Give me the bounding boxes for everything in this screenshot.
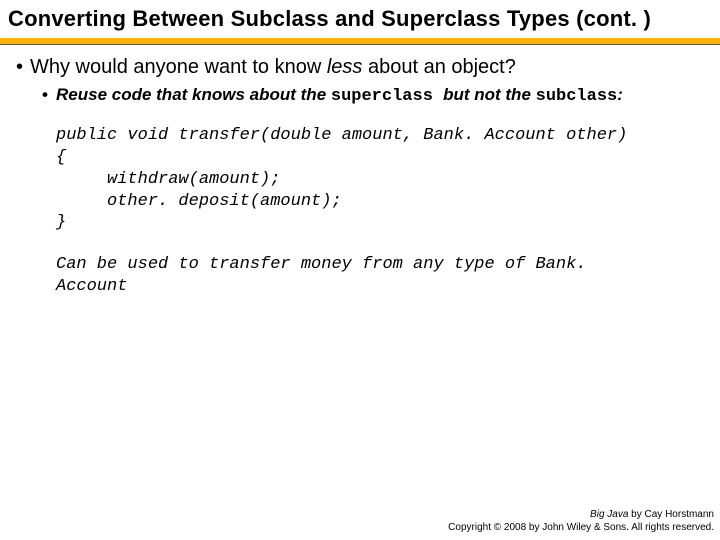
bullet2-post: : (617, 85, 623, 104)
code-block: public void transfer(double amount, Bank… (56, 125, 704, 234)
code-note: Can be used to transfer money from any t… (56, 254, 656, 298)
bullet1-dot: • (16, 55, 30, 80)
bullet2-text: Reuse code that knows about the supercla… (56, 84, 704, 107)
bullet2-mono2: subclass (536, 87, 618, 106)
bullet2-pre: Reuse code that knows about the (56, 85, 331, 104)
slide-title: Converting Between Subclass and Supercla… (0, 0, 720, 36)
footer-copyright: Copyright © 2008 by John Wiley & Sons. A… (448, 522, 714, 535)
bullet-level1: • Why would anyone want to know less abo… (16, 55, 704, 80)
slide-body: • Why would anyone want to know less abo… (0, 45, 720, 298)
bullet1-post: about an object? (362, 56, 515, 78)
bullet2-mono1: superclass (331, 87, 443, 106)
footer-line1: Big Java by Cay Horstmann (448, 509, 714, 522)
bullet1-text: Why would anyone want to know less about… (30, 55, 704, 80)
footer-book: Big Java (590, 509, 628, 520)
bullet1-em: less (327, 56, 363, 78)
slide-footer: Big Java by Cay Horstmann Copyright © 20… (448, 509, 714, 534)
bullet-level2: • Reuse code that knows about the superc… (42, 84, 704, 107)
footer-author: by Cay Horstmann (628, 509, 714, 520)
bullet2-mid: but not the (443, 85, 536, 104)
bullet1-pre: Why would anyone want to know (30, 56, 327, 78)
slide-header: Converting Between Subclass and Supercla… (0, 0, 720, 45)
bullet2-dot: • (42, 84, 56, 107)
